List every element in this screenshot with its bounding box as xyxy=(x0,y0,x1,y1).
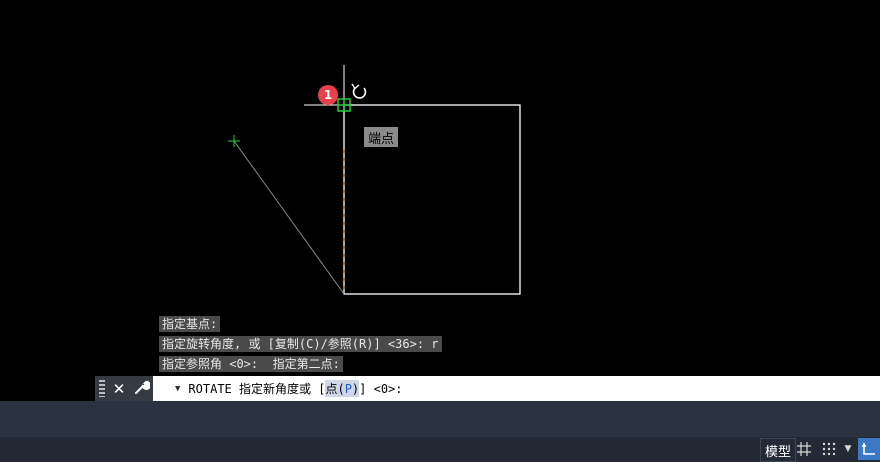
command-prompt-suffix: ] <0>: xyxy=(359,381,403,396)
snap-dots-icon[interactable] xyxy=(818,438,840,460)
command-prompt-prefix: ROTATE 指定新角度或 [ xyxy=(188,382,326,396)
option-point[interactable]: 点(P) xyxy=(325,380,360,397)
rubber-band-line xyxy=(233,140,345,295)
endpoint-snap-marker xyxy=(337,98,351,112)
command-history-line: 指定参照角 <0>: 指定第二点: xyxy=(159,356,343,372)
command-line-input[interactable]: ▼ ROTATE 指定新角度或 [点(P)] <0>: xyxy=(153,376,880,401)
command-history-line: 指定旋转角度, 或 [复制(C)/参照(R)] <36>: r xyxy=(159,336,442,352)
marker-badge: 1 xyxy=(318,85,338,105)
model-space-button[interactable]: 模型 xyxy=(760,438,797,462)
status-bar xyxy=(0,437,880,462)
wrench-icon[interactable] xyxy=(133,379,151,399)
command-line-handle[interactable]: ✕ xyxy=(95,376,153,401)
close-icon[interactable]: ✕ xyxy=(110,380,128,398)
drag-grip[interactable] xyxy=(99,380,105,397)
command-history-line: 指定基点: xyxy=(159,316,221,332)
dropdown-icon[interactable]: ▼ xyxy=(840,438,856,460)
ortho-icon[interactable] xyxy=(858,438,880,460)
recent-commands-dropdown-icon[interactable]: ▼ xyxy=(175,384,180,394)
grid-icon[interactable] xyxy=(793,438,815,460)
layout-tabs-strip xyxy=(0,401,880,437)
rotate-icon xyxy=(351,83,367,99)
base-point-marker xyxy=(228,135,240,147)
drawing-canvas[interactable] xyxy=(0,0,880,375)
snap-tooltip: 端点 xyxy=(364,127,399,147)
